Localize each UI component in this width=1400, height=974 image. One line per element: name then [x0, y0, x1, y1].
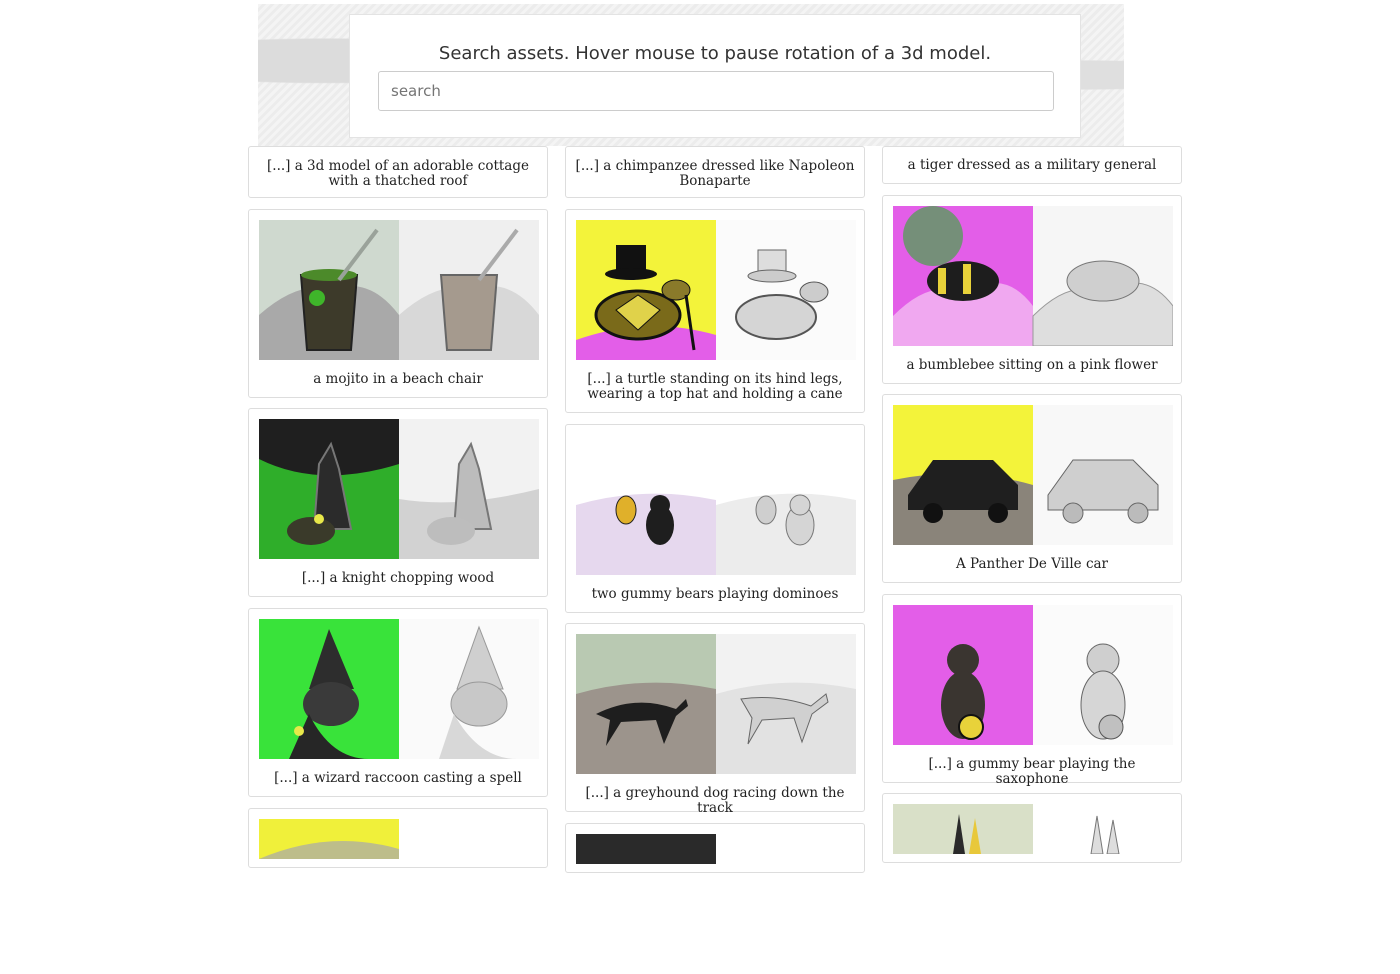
asset-card[interactable]: two gummy bears playing dominoes — [565, 424, 865, 613]
asset-card[interactable]: [...] a knight chopping wood — [248, 408, 548, 597]
asset-caption: two gummy bears playing dominoes — [591, 586, 839, 602]
asset-caption: [...] a turtle standing on its hind legs… — [587, 371, 843, 402]
asset-image-pair[interactable] — [576, 634, 856, 774]
asset-image-pair[interactable] — [893, 804, 1173, 944]
asset-card[interactable]: [...] a chimpanzee dressed like Napoleon… — [565, 146, 865, 198]
asset-image-pair[interactable] — [259, 619, 539, 759]
asset-caption: [...] a greyhound dog racing down the tr… — [585, 785, 845, 816]
asset-card[interactable] — [882, 793, 1182, 863]
asset-image-pair[interactable] — [893, 206, 1173, 346]
asset-image-pair[interactable] — [259, 419, 539, 559]
asset-image-pair[interactable] — [576, 435, 856, 575]
asset-caption: a bumblebee sitting on a pink flower — [906, 357, 1158, 373]
asset-card[interactable]: [...] a gummy bear playing the saxophone — [882, 594, 1182, 787]
asset-card[interactable]: [...] a wizard raccoon casting a spell — [248, 608, 548, 797]
asset-card[interactable]: [...] a 3d model of an adorable cottage … — [248, 146, 548, 198]
asset-image-pair[interactable] — [893, 405, 1173, 545]
search-instructions: Search assets. Hover mouse to pause rota… — [438, 43, 992, 64]
asset-caption: a tiger dressed as a military general — [907, 157, 1157, 173]
asset-card[interactable]: a mojito in a beach chair — [248, 209, 548, 398]
asset-image-pair[interactable] — [576, 220, 856, 360]
asset-caption: a mojito in a beach chair — [313, 371, 483, 387]
asset-card[interactable] — [565, 823, 865, 873]
asset-card[interactable]: a tiger dressed as a military general — [882, 146, 1182, 184]
asset-caption: [...] a knight chopping wood — [301, 570, 495, 586]
asset-card[interactable]: A Panther De Ville car — [882, 394, 1182, 583]
asset-card[interactable]: [...] a turtle standing on its hind legs… — [565, 209, 865, 413]
search-panel: Search assets. Hover mouse to pause rota… — [349, 14, 1081, 138]
asset-card[interactable]: [...] a greyhound dog racing down the tr… — [565, 623, 865, 816]
asset-caption: A Panther De Ville car — [955, 556, 1109, 572]
asset-card[interactable]: a bumblebee sitting on a pink flower — [882, 195, 1182, 384]
asset-image-pair[interactable] — [259, 819, 539, 959]
asset-card[interactable] — [248, 808, 548, 868]
asset-caption: [...] a 3d model of an adorable cottage … — [267, 158, 529, 189]
asset-caption: [...] a chimpanzee dressed like Napoleon… — [575, 158, 855, 189]
asset-caption: [...] a wizard raccoon casting a spell — [274, 770, 522, 786]
asset-image-pair[interactable] — [259, 220, 539, 360]
asset-caption: [...] a gummy bear playing the saxophone — [928, 756, 1136, 787]
asset-image-pair[interactable] — [576, 834, 856, 974]
asset-image-pair[interactable] — [893, 605, 1173, 745]
search-input[interactable] — [378, 71, 1054, 111]
